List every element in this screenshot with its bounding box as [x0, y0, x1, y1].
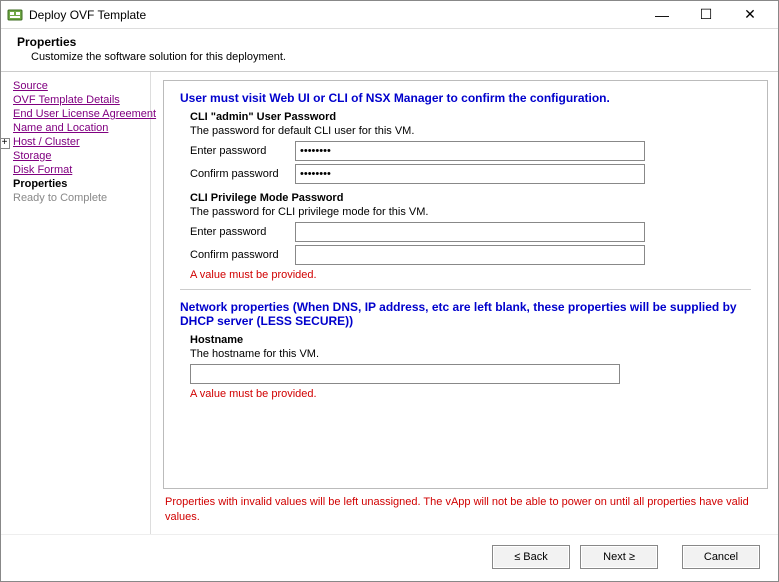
sidebar-item-disk-format[interactable]: Disk Format [13, 164, 146, 176]
admin-pw-title: CLI "admin" User Password [190, 111, 751, 123]
priv-password-section: CLI Privilege Mode Password The password… [190, 192, 751, 281]
page-title: Properties [17, 35, 762, 49]
section1-heading: User must visit Web UI or CLI of NSX Man… [180, 91, 751, 105]
hostname-input[interactable] [190, 364, 620, 384]
sidebar-item-name-location[interactable]: Name and Location [13, 122, 146, 134]
hostname-desc: The hostname for this VM. [190, 348, 751, 360]
priv-pw-error: A value must be provided. [190, 269, 751, 281]
back-button[interactable]: ≤ Back [492, 545, 570, 569]
content-frame: User must visit Web UI or CLI of NSX Man… [163, 80, 768, 489]
priv-pw-enter-label: Enter password [190, 226, 295, 238]
admin-pw-enter-input[interactable] [295, 141, 645, 161]
section2-heading: Network properties (When DNS, IP address… [180, 300, 751, 328]
content-scroll[interactable]: User must visit Web UI or CLI of NSX Man… [164, 81, 767, 488]
admin-pw-enter-label: Enter password [190, 145, 295, 157]
hostname-section: Hostname The hostname for this VM. A val… [190, 334, 751, 400]
admin-pw-desc: The password for default CLI user for th… [190, 125, 751, 137]
divider [180, 289, 751, 290]
window-title: Deploy OVF Template [29, 8, 640, 22]
sidebar-item-ready: Ready to Complete [13, 192, 146, 204]
sidebar-item-host-cluster[interactable]: Host / Cluster [13, 136, 80, 148]
priv-pw-title: CLI Privilege Mode Password [190, 192, 751, 204]
sidebar-item-storage[interactable]: Storage [13, 150, 146, 162]
hostname-error: A value must be provided. [190, 388, 751, 400]
cancel-button[interactable]: Cancel [682, 545, 760, 569]
footer-warning: Properties with invalid values will be l… [165, 495, 766, 524]
minimize-button[interactable]: — [640, 3, 684, 27]
admin-pw-confirm-input[interactable] [295, 164, 645, 184]
app-icon [7, 7, 23, 23]
hostname-title: Hostname [190, 334, 751, 346]
page-description: Customize the software solution for this… [31, 51, 762, 63]
priv-pw-confirm-input[interactable] [295, 245, 645, 265]
maximize-button[interactable]: ☐ [684, 3, 728, 27]
priv-pw-confirm-label: Confirm password [190, 249, 295, 261]
priv-pw-enter-input[interactable] [295, 222, 645, 242]
button-bar: ≤ Back Next ≥ Cancel [1, 534, 778, 581]
sidebar-item-properties: Properties [13, 178, 146, 190]
sidebar-item-source[interactable]: Source [13, 80, 146, 92]
main-panel: User must visit Web UI or CLI of NSX Man… [151, 72, 778, 534]
next-button[interactable]: Next ≥ [580, 545, 658, 569]
expander-icon[interactable]: + [1, 138, 10, 149]
close-button[interactable]: ✕ [728, 3, 772, 27]
admin-pw-confirm-label: Confirm password [190, 168, 295, 180]
admin-password-section: CLI "admin" User Password The password f… [190, 111, 751, 184]
wizard-sidebar: Source OVF Template Details End User Lic… [1, 72, 151, 534]
titlebar: Deploy OVF Template — ☐ ✕ [1, 1, 778, 29]
sidebar-item-ovf-details[interactable]: OVF Template Details [13, 94, 146, 106]
sidebar-item-eula[interactable]: End User License Agreement [13, 108, 146, 120]
header: Properties Customize the software soluti… [1, 29, 778, 71]
deploy-ovf-window: Deploy OVF Template — ☐ ✕ Properties Cus… [0, 0, 779, 582]
priv-pw-desc: The password for CLI privilege mode for … [190, 206, 751, 218]
